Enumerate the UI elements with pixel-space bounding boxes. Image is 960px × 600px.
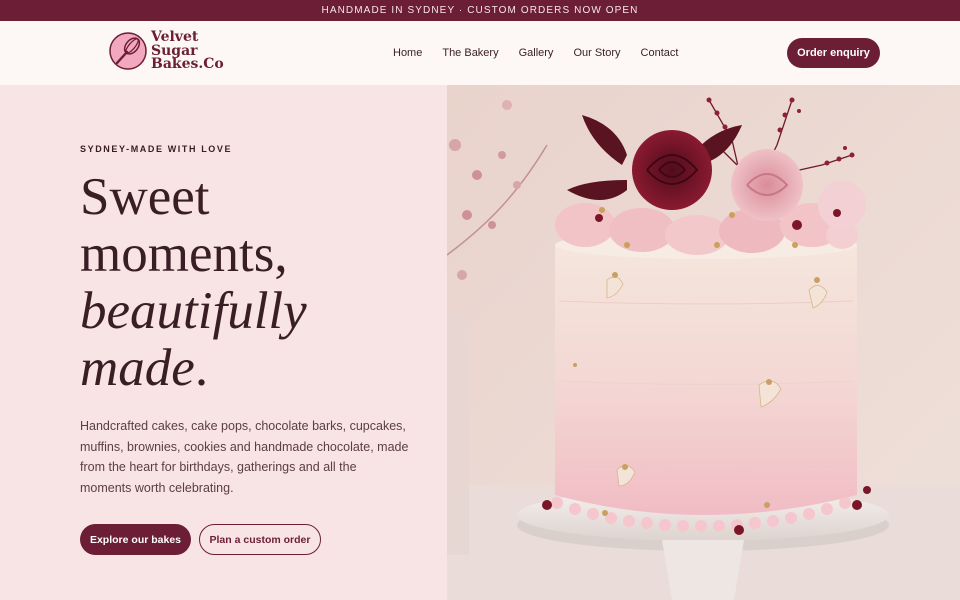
- cake-tier: [555, 245, 857, 515]
- plan-custom-order-button[interactable]: Plan a custom order: [199, 524, 321, 555]
- announcement-text: HANDMADE IN SYDNEY · CUSTOM ORDERS NOW O…: [321, 5, 639, 16]
- hero-cake-image: [447, 85, 960, 600]
- site-header: Velvet Sugar Bakes.Co Home The Bakery Ga…: [0, 21, 960, 85]
- brand-name: Velvet Sugar Bakes.Co: [151, 30, 224, 72]
- whisk-logo-icon: [109, 32, 147, 70]
- nav-item-the-bakery[interactable]: The Bakery: [442, 47, 498, 59]
- hero-copy: SYDNEY-MADE WITH LOVE Sweet moments, bea…: [0, 85, 447, 600]
- announcement-bar: HANDMADE IN SYDNEY · CUSTOM ORDERS NOW O…: [0, 0, 960, 21]
- nav-item-gallery[interactable]: Gallery: [519, 47, 554, 59]
- nav-item-contact[interactable]: Contact: [641, 47, 679, 59]
- order-enquiry-button[interactable]: Order enquiry: [787, 38, 880, 68]
- brand-logo[interactable]: Velvet Sugar Bakes.Co: [108, 30, 224, 72]
- main-nav: Home The Bakery Gallery Our Story Contac…: [393, 21, 698, 85]
- explore-bakes-button[interactable]: Explore our bakes: [80, 524, 191, 555]
- cake-illustration: [447, 85, 960, 600]
- hero-description: Handcrafted cakes, cake pops, chocolate …: [80, 419, 409, 495]
- pink-rose: [731, 149, 803, 221]
- nav-item-our-story[interactable]: Our Story: [573, 47, 620, 59]
- headline-line-italic: made: [80, 339, 195, 397]
- headline-line-italic: beautifully: [80, 282, 307, 340]
- headline-line: moments,: [80, 225, 288, 283]
- hero-eyebrow: SYDNEY-MADE WITH LOVE: [80, 144, 233, 154]
- brand-name-line: Bakes.Co: [151, 56, 224, 72]
- headline-line: Sweet: [80, 168, 210, 226]
- burgundy-rose: [632, 130, 712, 210]
- headline-period: .: [194, 339, 209, 397]
- hero-headline: Sweet moments, beautifully made.: [80, 169, 307, 397]
- headline-last-line: made.: [80, 340, 307, 397]
- nav-item-home[interactable]: Home: [393, 47, 422, 59]
